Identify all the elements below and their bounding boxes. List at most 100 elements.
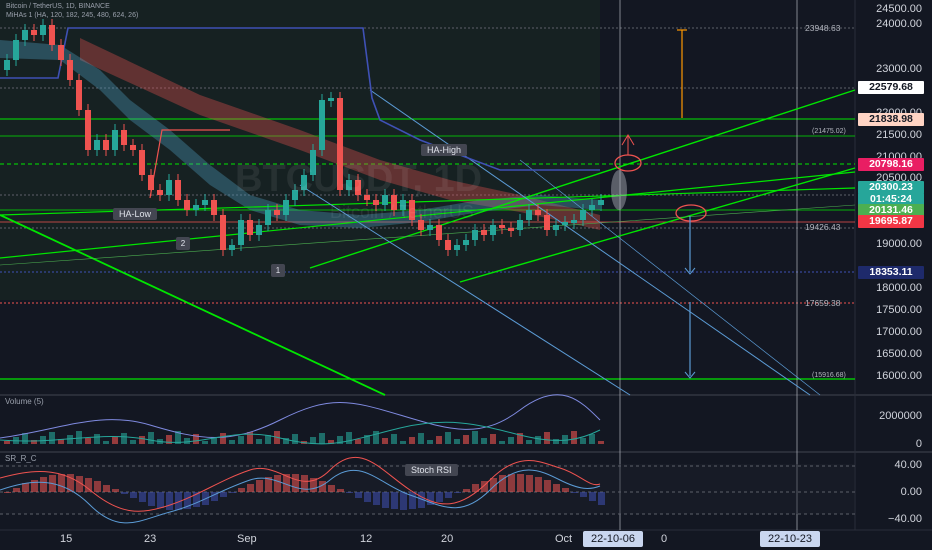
price-tick: 24000.00 xyxy=(876,18,922,30)
candle[interactable] xyxy=(472,230,478,240)
price-tag[interactable]: 20798.16 xyxy=(858,158,924,171)
candle[interactable] xyxy=(571,220,577,223)
time-tick: 0 xyxy=(661,533,668,545)
candle[interactable] xyxy=(319,100,325,150)
rsi-bar xyxy=(517,474,524,492)
candle[interactable] xyxy=(121,130,127,145)
volume-bar xyxy=(382,438,388,444)
candle[interactable] xyxy=(517,220,523,230)
stoch-rsi-label[interactable]: Stoch RSI xyxy=(405,464,458,476)
candle[interactable] xyxy=(445,240,451,250)
candle[interactable] xyxy=(22,30,28,40)
rsi-bar xyxy=(85,478,92,492)
price-tag[interactable]: 18353.11 xyxy=(858,266,924,279)
candle[interactable] xyxy=(580,210,586,220)
volume-bar xyxy=(463,435,469,444)
candle[interactable] xyxy=(328,98,334,101)
indicator-title[interactable]: MiHAs 1 (HA, 120, 182, 245, 480, 624, 26… xyxy=(6,12,138,19)
time-badge-marker[interactable]: 22-10-23 xyxy=(760,531,821,547)
candle[interactable] xyxy=(526,210,532,220)
volume-bar xyxy=(148,432,154,444)
ha-high-label[interactable]: HA-High xyxy=(421,144,468,156)
candle[interactable] xyxy=(67,60,73,80)
candle[interactable] xyxy=(481,230,487,235)
volume-bar xyxy=(508,437,514,444)
volume-bar xyxy=(67,435,73,444)
candle[interactable] xyxy=(283,200,289,215)
time-badge-cursor[interactable]: 22-10-06 xyxy=(583,531,644,547)
candle[interactable] xyxy=(508,228,514,231)
rsi-bar xyxy=(256,480,263,492)
volume-bar xyxy=(292,434,298,444)
candle[interactable] xyxy=(211,200,217,215)
ha-low-label[interactable]: HA-Low xyxy=(113,208,158,220)
candle[interactable] xyxy=(436,225,442,240)
rsi-bar xyxy=(526,475,533,492)
candle[interactable] xyxy=(193,205,199,210)
price-tag[interactable]: 22579.68 xyxy=(858,81,924,94)
rsi-bar xyxy=(382,492,389,508)
candle[interactable] xyxy=(562,222,568,225)
volume-bar xyxy=(355,439,361,444)
candle[interactable] xyxy=(553,225,559,230)
time-tick: Sep xyxy=(237,533,257,545)
rsi-bar xyxy=(508,474,515,492)
candle[interactable] xyxy=(103,140,109,150)
candle[interactable] xyxy=(589,205,595,210)
candle[interactable] xyxy=(490,225,496,235)
candle[interactable] xyxy=(229,245,235,250)
candle[interactable] xyxy=(148,175,154,190)
candle[interactable] xyxy=(247,220,253,235)
rsi-bar xyxy=(121,492,128,494)
candle[interactable] xyxy=(454,245,460,250)
candle[interactable] xyxy=(85,110,91,150)
price-tag[interactable]: 19695.87 xyxy=(858,215,924,228)
rsi-bar xyxy=(391,492,398,509)
candle[interactable] xyxy=(184,200,190,210)
volume-bar xyxy=(571,431,577,444)
candle[interactable] xyxy=(535,210,541,215)
volume-bar xyxy=(427,440,433,444)
rsi-bar xyxy=(436,492,443,502)
candle[interactable] xyxy=(31,30,37,35)
candle[interactable] xyxy=(112,130,118,150)
volume-pane-title[interactable]: Volume (5) xyxy=(5,397,44,406)
volume-bar xyxy=(436,436,442,444)
highlight-oval[interactable] xyxy=(611,170,627,210)
candle[interactable] xyxy=(220,215,226,250)
candle[interactable] xyxy=(40,25,46,35)
symbol-title[interactable]: Bitcoin / TetherUS, 1D, BINANCE xyxy=(6,3,110,10)
candle[interactable] xyxy=(94,140,100,150)
candle[interactable] xyxy=(175,180,181,200)
wave-badge-1[interactable]: 1 xyxy=(271,264,285,277)
candle[interactable] xyxy=(49,25,55,45)
price-tag[interactable]: 21838.98 xyxy=(858,113,924,126)
candle[interactable] xyxy=(76,80,82,110)
candle[interactable] xyxy=(139,150,145,175)
wave-badge-2[interactable]: 2 xyxy=(176,237,190,250)
rsi-bar xyxy=(337,489,344,492)
volume-bar xyxy=(220,433,226,444)
rsi-bar xyxy=(166,492,173,510)
candle[interactable] xyxy=(463,240,469,245)
candle[interactable] xyxy=(130,145,136,150)
candle[interactable] xyxy=(265,210,271,225)
candle[interactable] xyxy=(544,215,550,230)
candle[interactable] xyxy=(166,180,172,195)
candle[interactable] xyxy=(4,60,10,70)
rsi-pane-title[interactable]: SR_R_C xyxy=(5,454,37,463)
highlight-circle[interactable] xyxy=(614,154,642,172)
candle[interactable] xyxy=(58,45,64,60)
price-tick: 16000.00 xyxy=(876,370,922,382)
candle[interactable] xyxy=(427,225,433,230)
candle[interactable] xyxy=(202,200,208,205)
candle[interactable] xyxy=(499,225,505,228)
chart-canvas[interactable] xyxy=(0,0,932,550)
price-tick: 21500.00 xyxy=(876,129,922,141)
candle[interactable] xyxy=(13,40,19,60)
candle[interactable] xyxy=(598,200,604,205)
candle[interactable] xyxy=(157,190,163,195)
candle[interactable] xyxy=(238,220,244,245)
candle[interactable] xyxy=(256,225,262,235)
candle[interactable] xyxy=(274,210,280,215)
